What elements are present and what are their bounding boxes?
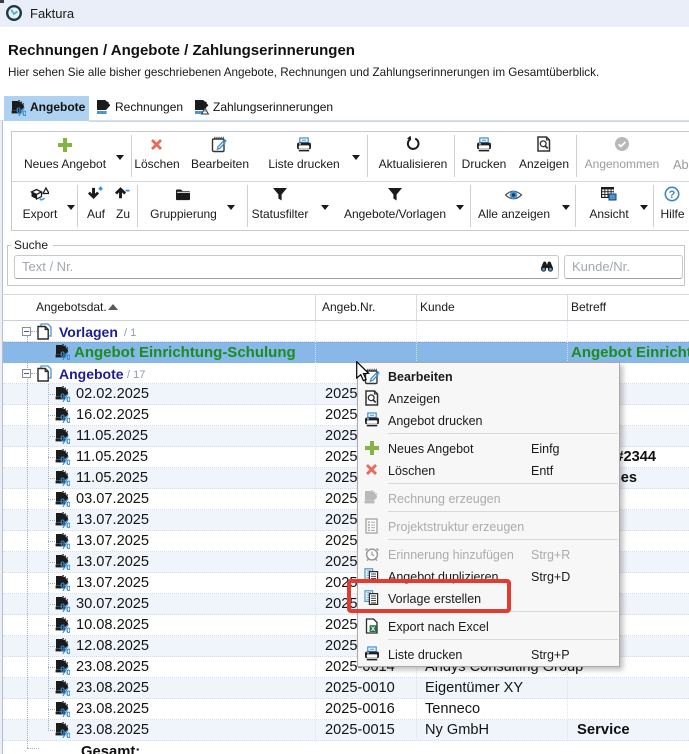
svg-text:%: %	[60, 433, 70, 445]
svg-text:%: %	[60, 580, 70, 592]
svg-text:%: %	[60, 349, 70, 361]
svg-text:%: %	[60, 601, 70, 613]
svg-text:%: %	[60, 727, 70, 739]
svg-text:%: %	[60, 454, 70, 466]
svg-text:%: %	[60, 391, 70, 403]
svg-text:%: %	[60, 664, 70, 676]
svg-text:%: %	[60, 517, 70, 529]
svg-text:%: %	[60, 475, 70, 487]
svg-text:%: %	[60, 685, 70, 697]
svg-text:%: %	[60, 559, 70, 571]
svg-text:%: %	[60, 622, 70, 634]
svg-text:%: %	[60, 412, 70, 424]
svg-text:%: %	[60, 496, 70, 508]
svg-text:%: %	[60, 538, 70, 550]
svg-text:?: ?	[669, 189, 676, 201]
svg-text:X: X	[371, 626, 376, 633]
svg-text:%: %	[60, 706, 70, 718]
svg-text:%: %	[60, 643, 70, 655]
svg-text:%: %	[16, 105, 26, 117]
